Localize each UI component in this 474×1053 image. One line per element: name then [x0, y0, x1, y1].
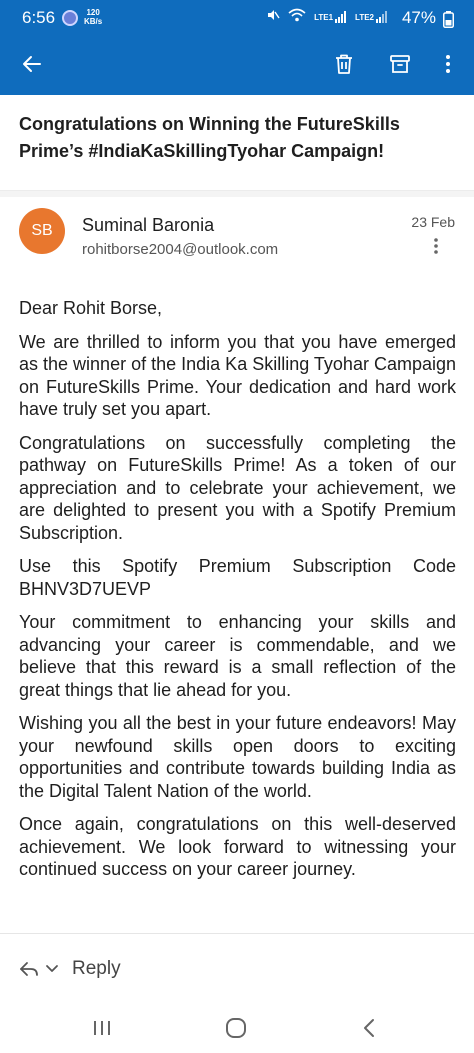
archive-icon	[390, 55, 410, 73]
email-subject-header: Congratulations on Winning the FutureSki…	[0, 95, 474, 191]
network-speed-unit: KB/s	[84, 17, 103, 26]
reply-label[interactable]: Reply	[72, 958, 121, 980]
email-body: Dear Rohit Borse, We are thrilled to inf…	[19, 297, 456, 933]
home-button[interactable]	[218, 1011, 254, 1045]
system-back-button[interactable]	[352, 1011, 388, 1045]
sender-initials: SB	[31, 222, 53, 239]
reply-button[interactable]	[17, 957, 41, 981]
lte1-label: LTE1	[314, 12, 334, 22]
email-paragraph: Wishing you all the best in your future …	[19, 713, 456, 801]
email-paragraph: Congratulations on successfully completi…	[19, 432, 456, 543]
top-bar: 6:56 120 KB/s LTE1 LTE2 47%	[0, 0, 474, 95]
chevron-left-icon	[364, 1019, 374, 1037]
mute-icon	[266, 8, 280, 27]
sender-email[interactable]: rohitborse2004@outlook.com	[82, 241, 278, 258]
message-options-button[interactable]	[424, 234, 448, 258]
network-speed-value: 120	[86, 8, 100, 17]
home-icon	[226, 1018, 246, 1038]
reply-icon	[20, 962, 38, 976]
notification-app-icon	[62, 10, 78, 26]
lte2-label: LTE2	[355, 12, 374, 22]
email-subject: Congratulations on Winning the FutureSki…	[19, 114, 400, 161]
reply-bar: Reply	[0, 933, 474, 1003]
reply-options-button[interactable]	[44, 960, 60, 976]
email-paragraph: We are thrilled to inform you that you h…	[19, 331, 456, 420]
sender-avatar[interactable]: SB	[19, 208, 65, 254]
more-options-button[interactable]	[428, 44, 468, 84]
divider	[0, 191, 474, 197]
delete-button[interactable]	[324, 44, 364, 84]
battery-icon	[443, 11, 454, 33]
app-bar	[0, 34, 474, 95]
status-time: 6:56	[22, 8, 56, 27]
sim2-signal-icon: LTE2	[355, 11, 388, 23]
chevron-down-icon	[46, 965, 58, 972]
email-paragraph: Once again, congratulations on this well…	[19, 814, 456, 879]
wifi-icon	[288, 8, 306, 27]
recent-apps-icon	[94, 1021, 110, 1035]
email-date: 23 Feb	[411, 214, 455, 230]
archive-button[interactable]	[380, 44, 420, 84]
status-bar: 6:56 120 KB/s LTE1 LTE2 47%	[0, 0, 474, 34]
back-button[interactable]	[12, 44, 52, 84]
email-greeting: Dear Rohit Borse,	[19, 298, 163, 318]
back-arrow-icon	[23, 56, 41, 72]
status-icons: LTE1 LTE2	[266, 8, 388, 26]
more-vertical-icon	[446, 55, 450, 73]
sender-name[interactable]: Suminal Baronia	[82, 215, 214, 236]
more-vertical-icon	[434, 238, 438, 254]
system-nav-bar	[0, 1003, 474, 1053]
trash-icon	[336, 54, 352, 74]
battery-percent: 47%	[401, 8, 436, 27]
email-paragraph: Your commitment to enhancing your skills…	[19, 612, 456, 700]
email-paragraph: Use this Spotify Premium Subscription Co…	[19, 556, 456, 599]
recent-apps-button[interactable]	[84, 1011, 120, 1045]
network-speed: 120 KB/s	[84, 8, 102, 26]
sim1-signal-icon: LTE1	[314, 11, 347, 23]
